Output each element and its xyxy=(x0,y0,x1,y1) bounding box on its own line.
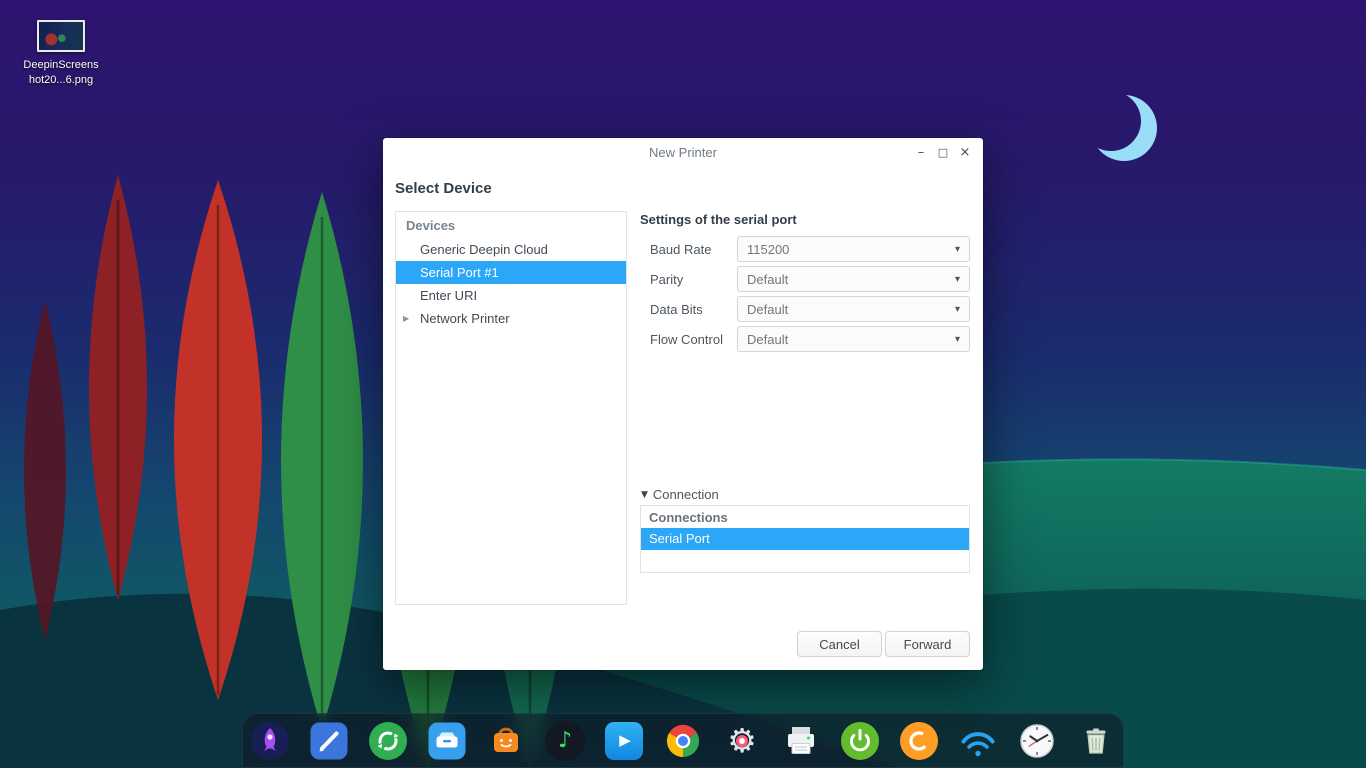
new-printer-dialog: New Printer – □ × Select Device Devices … xyxy=(383,138,983,670)
desktop-file-icon[interactable]: DeepinScreens hot20...6.png xyxy=(16,20,106,89)
expand-arrow-icon[interactable]: ▶ xyxy=(403,307,409,330)
video-player-icon[interactable]: ▶ xyxy=(603,720,645,762)
device-item-serial-port-1[interactable]: Serial Port #1 xyxy=(396,261,626,284)
connection-item-serial-port[interactable]: Serial Port xyxy=(641,528,969,550)
app-store-icon[interactable] xyxy=(485,720,527,762)
collapse-arrow-icon: ▼ xyxy=(641,489,648,500)
connections-header: Connections xyxy=(649,510,728,525)
gear-center-dot xyxy=(736,734,748,747)
clock-icon[interactable] xyxy=(1016,720,1058,762)
software-updater-icon[interactable] xyxy=(367,720,409,762)
dialog-footer: Cancel Forward xyxy=(797,631,970,657)
play-icon: ▶ xyxy=(619,731,631,749)
desktop-file-label: DeepinScreens hot20...6.png xyxy=(23,59,99,87)
baud-rate-dropdown[interactable]: 115200 ▾ xyxy=(737,236,970,262)
chevron-down-icon: ▾ xyxy=(954,303,960,315)
chevron-down-icon: ▾ xyxy=(954,243,960,255)
device-item-network-printer[interactable]: ▶ Network Printer xyxy=(396,307,626,330)
power-manager-icon[interactable] xyxy=(839,720,881,762)
cancel-button[interactable]: Cancel xyxy=(797,631,882,657)
baud-rate-label: Baud Rate xyxy=(650,241,712,257)
music-player-icon[interactable]: ♪ xyxy=(544,720,586,762)
launcher-icon[interactable] xyxy=(249,720,291,762)
printer-settings-icon[interactable] xyxy=(780,720,822,762)
data-bits-dropdown[interactable]: Default ▾ xyxy=(737,296,970,322)
parity-row: Parity Default ▾ xyxy=(640,266,970,292)
flow-control-dropdown[interactable]: Default ▾ xyxy=(737,326,970,352)
baud-rate-row: Baud Rate 115200 ▾ xyxy=(640,236,970,262)
chevron-down-icon: ▾ xyxy=(954,273,960,285)
connection-section-toggle[interactable]: ▼ Connection xyxy=(641,487,719,502)
data-bits-row: Data Bits Default ▾ xyxy=(640,296,970,322)
connections-list: Connections Serial Port xyxy=(640,505,970,573)
dock: ♪ ▶ ⚙ xyxy=(242,713,1124,768)
music-note-icon: ♪ xyxy=(557,727,573,753)
forward-button[interactable]: Forward xyxy=(885,631,970,657)
parity-dropdown[interactable]: Default ▾ xyxy=(737,266,970,292)
text-editor-icon[interactable] xyxy=(308,720,350,762)
settings-heading: Settings of the serial port xyxy=(640,212,797,227)
network-wifi-icon[interactable] xyxy=(957,720,999,762)
maximize-button[interactable]: □ xyxy=(932,138,954,168)
flow-control-row: Flow Control Default ▾ xyxy=(640,326,970,352)
page-title: Select Device xyxy=(395,180,492,197)
close-button[interactable]: × xyxy=(954,138,976,168)
file-manager-icon[interactable] xyxy=(426,720,468,762)
devices-panel: Devices Generic Deepin Cloud Serial Port… xyxy=(395,211,627,605)
flow-control-label: Flow Control xyxy=(650,331,723,347)
device-item-generic-deepin-cloud[interactable]: Generic Deepin Cloud xyxy=(396,238,626,261)
titlebar: New Printer – □ × xyxy=(383,138,983,168)
chevron-down-icon: ▾ xyxy=(954,333,960,345)
serial-port-settings-panel: Settings of the serial port Baud Rate 11… xyxy=(640,211,970,676)
parity-label: Parity xyxy=(650,271,684,287)
screenshot-thumbnail xyxy=(37,20,85,52)
minimize-button[interactable]: – xyxy=(910,138,932,168)
control-center-icon[interactable]: ⚙ xyxy=(721,720,763,762)
orange-app-icon[interactable] xyxy=(898,720,940,762)
window-title: New Printer xyxy=(649,145,717,160)
devices-header: Devices xyxy=(406,218,456,233)
trash-icon[interactable] xyxy=(1075,720,1117,762)
chrome-browser-icon[interactable] xyxy=(662,720,704,762)
data-bits-label: Data Bits xyxy=(650,301,703,317)
device-item-enter-uri[interactable]: Enter URI xyxy=(396,284,626,307)
